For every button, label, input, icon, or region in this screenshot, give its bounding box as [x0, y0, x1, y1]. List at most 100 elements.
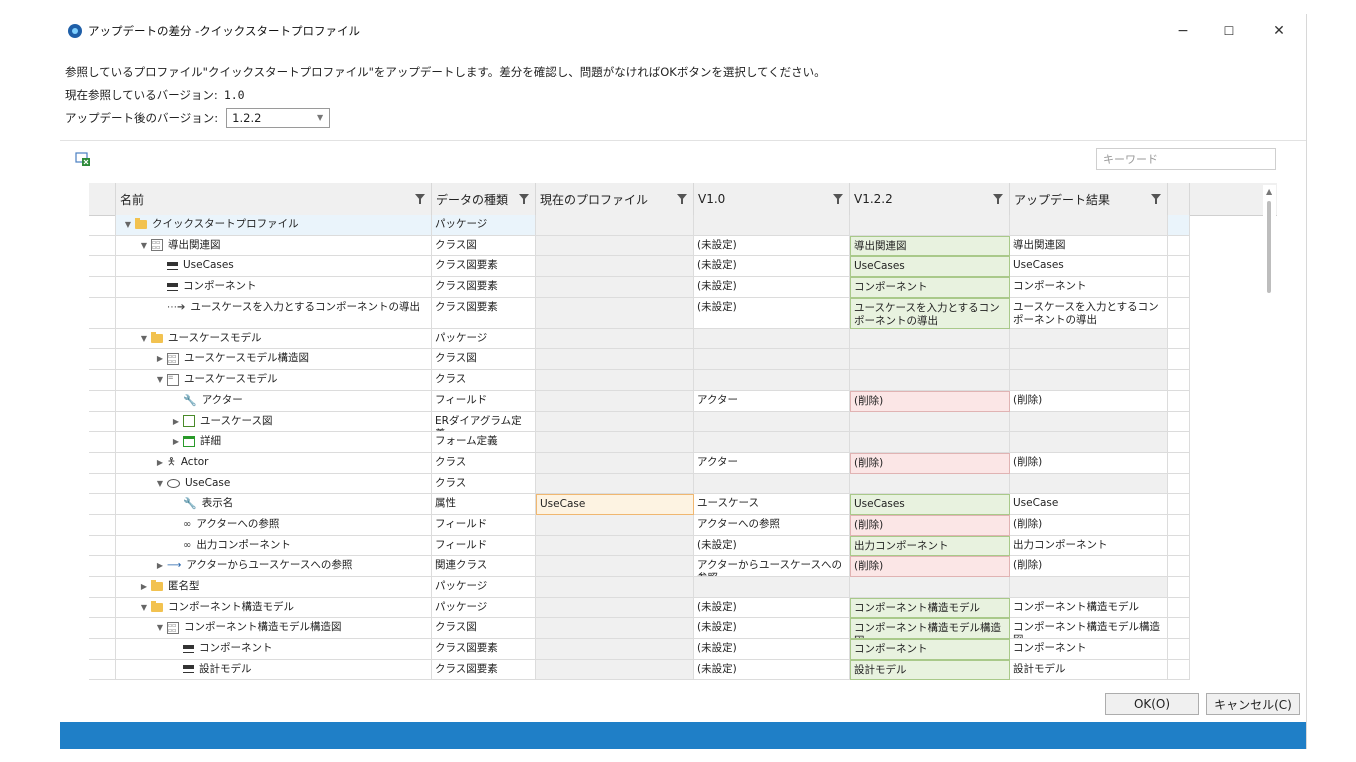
column-header-result[interactable]: アップデート結果: [1010, 183, 1168, 215]
filter-icon[interactable]: [415, 194, 425, 204]
expand-toggle-icon[interactable]: ▶: [171, 415, 181, 428]
table-row[interactable]: ▶ ユースケース図 ERダイアグラム定義: [89, 411, 1277, 433]
new-version: アップデート後のバージョン: 1.2.2 ▼: [65, 108, 331, 128]
expand-toggle-icon[interactable]: ▶: [155, 456, 165, 469]
table-row[interactable]: ▶ 匿名型 パッケージ: [89, 577, 1277, 598]
name-cell: コンポーネント: [116, 639, 432, 660]
type-cell: クラス: [432, 473, 536, 495]
column-header-current-profile[interactable]: 現在のプロファイル: [536, 183, 694, 215]
table-row[interactable]: コンポーネント クラス図要素 (未設定) コンポーネント コンポーネント: [89, 639, 1277, 660]
table-row[interactable]: ⋯➔ ユースケースを入力とするコンポーネントの導出 クラス図要素 (未設定) ユースケー…: [89, 297, 1277, 329]
table-row[interactable]: ▼ UseCase クラス: [89, 473, 1277, 495]
expand-toggle-icon[interactable]: ▶: [171, 435, 181, 448]
table-row[interactable]: ▼ ▫▫ ▫▫ 導出関連図 クラス図 (未設定) 導出関連図 導出関連図: [89, 235, 1277, 257]
table-row[interactable]: ▶ ▫▫ ▫▫ ユースケースモデル構造図 クラス図: [89, 349, 1277, 371]
table-row[interactable]: ▶ 🯅 Actor クラス アクター (削除) (削除): [89, 452, 1277, 474]
table-row[interactable]: ▼ ☰ ユースケースモデル クラス: [89, 370, 1277, 391]
table-row[interactable]: 🔧 表示名 属性 UseCase ユースケース UseCases UseCase: [89, 494, 1277, 515]
v10-cell: [694, 577, 850, 598]
name-cell: ▼ ユースケースモデル: [116, 328, 432, 350]
row-header-cell: [89, 349, 116, 371]
row-name-label: アクターからユースケースへの参照: [186, 559, 353, 572]
table-row[interactable]: ▼ クイックスタートプロファイル パッケージ: [89, 215, 1277, 236]
usecase-oval-icon: [167, 478, 180, 488]
table-row[interactable]: UseCases クラス図要素 (未設定) UseCases UseCases: [89, 256, 1277, 278]
table-row[interactable]: ▼ コンポーネント構造モデル パッケージ (未設定) コンポーネント構造モデル コンポーネ…: [89, 597, 1277, 619]
version-select[interactable]: 1.2.2 ▼: [226, 108, 331, 128]
table-row[interactable]: ▼ ▫▫ ▫▫ コンポーネント構造モデル構造図 クラス図 (未設定) コンポーネント構造モデ…: [89, 618, 1277, 640]
table-row[interactable]: ∞ 出力コンポーネント フィールド (未設定) 出力コンポーネント 出力コンポーネント: [89, 535, 1277, 557]
scrollbar-thumb[interactable]: [1267, 201, 1271, 293]
res-cell: 設計モデル: [1010, 659, 1168, 681]
filter-icon[interactable]: [1151, 194, 1161, 204]
attribute-icon: 🔧: [183, 497, 197, 511]
ok-button[interactable]: OK(O): [1105, 693, 1199, 715]
keyword-search-input[interactable]: [1096, 148, 1276, 170]
row-header-cell: [89, 494, 116, 515]
current-version: 現在参照しているバージョン: 1.0: [65, 87, 245, 103]
row-name-label: コンポーネント構造モデル: [168, 600, 294, 613]
extra-cell: [1168, 577, 1190, 598]
table-row[interactable]: 設計モデル クラス図要素 (未設定) 設計モデル 設計モデル: [89, 659, 1277, 681]
collapse-toggle-icon[interactable]: ▼: [155, 621, 165, 634]
filter-icon[interactable]: [677, 194, 687, 204]
collapse-toggle-icon[interactable]: ▼: [139, 332, 149, 345]
table-row[interactable]: コンポーネント クラス図要素 (未設定) コンポーネント コンポーネント: [89, 277, 1277, 298]
cur-cell: [536, 328, 694, 350]
v122-cell: ユースケースを入力とするコンポーネントの導出: [850, 297, 1010, 329]
row-header-cell: [89, 514, 116, 536]
type-cell: パッケージ: [432, 577, 536, 598]
collapse-toggle-icon[interactable]: ▼: [139, 601, 149, 614]
extra-cell: [1168, 215, 1190, 236]
table-row[interactable]: ▶ 詳細 フォーム定義: [89, 432, 1277, 453]
type-cell: フィールド: [432, 514, 536, 536]
expand-toggle-icon[interactable]: ▶: [155, 352, 165, 365]
cur-cell: [536, 452, 694, 474]
v122-cell: コンポーネント: [850, 639, 1010, 660]
column-header-name[interactable]: 名前: [116, 183, 432, 215]
column-header-type[interactable]: データの種類: [432, 183, 536, 215]
extra-cell: [1168, 411, 1190, 433]
cur-cell: [536, 297, 694, 329]
filter-icon[interactable]: [833, 194, 843, 204]
filter-icon[interactable]: [519, 194, 529, 204]
expand-toggle-icon[interactable]: ▶: [139, 580, 149, 593]
type-cell: 関連クラス: [432, 556, 536, 577]
row-name-label: ユースケースモデル: [184, 373, 278, 386]
collapse-toggle-icon[interactable]: ▼: [155, 373, 165, 386]
new-version-label: アップデート後のバージョン:: [65, 111, 219, 125]
column-header-v10[interactable]: V1.0: [694, 183, 850, 215]
export-icon[interactable]: [75, 152, 91, 167]
v122-cell: コンポーネント構造モデル: [850, 597, 1010, 619]
scroll-up-icon[interactable]: ▲: [1266, 187, 1272, 196]
row-header-corner: [89, 183, 116, 215]
collapse-toggle-icon[interactable]: ▼: [123, 218, 133, 231]
cancel-button[interactable]: キャンセル(C): [1206, 693, 1300, 715]
expand-toggle-icon[interactable]: ▶: [155, 559, 165, 572]
collapse-toggle-icon[interactable]: ▼: [139, 239, 149, 252]
cur-cell: UseCase: [536, 494, 694, 515]
row-name-label: ユースケースモデル: [168, 331, 262, 344]
close-button[interactable]: ✕: [1256, 14, 1302, 48]
minimize-button[interactable]: −: [1160, 14, 1206, 48]
extra-cell: [1168, 277, 1190, 298]
extra-cell: [1168, 514, 1190, 536]
collapse-toggle-icon[interactable]: ▼: [155, 477, 165, 490]
vertical-scrollbar[interactable]: ▲: [1263, 185, 1276, 690]
table-row[interactable]: ▼ ユースケースモデル パッケージ: [89, 328, 1277, 350]
column-header-v122[interactable]: V1.2.2: [850, 183, 1010, 215]
table-row[interactable]: ∞ アクターへの参照 フィールド アクターへの参照 (削除) (削除): [89, 514, 1277, 536]
row-header-cell: [89, 577, 116, 598]
res-cell: コンポーネント: [1010, 277, 1168, 298]
res-cell: コンポーネント構造モデル: [1010, 597, 1168, 619]
table-row[interactable]: 🔧 アクター フィールド アクター (削除) (削除): [89, 390, 1277, 412]
row-name-label: 匿名型: [168, 580, 200, 592]
v122-cell: コンポーネント構造モデル構造図: [850, 618, 1010, 640]
extra-cell: [1168, 390, 1190, 412]
filter-icon[interactable]: [993, 194, 1003, 204]
v122-cell: [850, 473, 1010, 495]
v122-cell: 出力コンポーネント: [850, 535, 1010, 557]
table-row[interactable]: ▶⟶アクターからユースケースへの参照関連クラスアクターからユースケースへの参照(…: [89, 556, 1277, 577]
extra-cell: [1168, 535, 1190, 557]
maximize-button[interactable]: ☐: [1206, 14, 1252, 48]
